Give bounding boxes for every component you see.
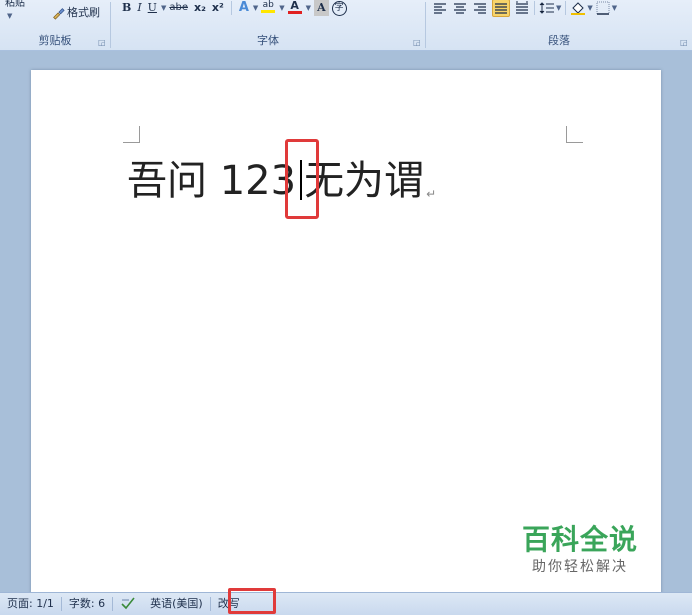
font-color-dropdown-icon[interactable]: ▼ xyxy=(306,4,311,12)
page-count[interactable]: 页面: 1/1 xyxy=(0,595,61,613)
format-painter-button[interactable]: 格式刷 xyxy=(48,5,103,21)
shading-bucket-icon[interactable] xyxy=(570,0,586,16)
shading-dropdown-icon[interactable]: ▼ xyxy=(587,4,592,12)
document-text-line[interactable]: 吾问 123 无为谓 ↵ xyxy=(127,156,436,206)
toolbar-separator xyxy=(565,1,567,15)
distributed-align-icon[interactable] xyxy=(514,0,530,16)
font-dialog-launcher-icon[interactable]: ◲ xyxy=(413,39,421,47)
highlight-button[interactable]: ab xyxy=(258,0,278,16)
status-bar: 页面: 1/1 字数: 6 英语(美国) 改写 xyxy=(0,592,692,615)
language-indicator[interactable]: 英语(美国) xyxy=(143,595,210,613)
format-painter-label: 格式刷 xyxy=(67,6,100,19)
overtype-highlight-box xyxy=(228,588,276,614)
enclose-characters-button[interactable]: 字 xyxy=(329,0,350,16)
char-shading-button[interactable]: A xyxy=(314,0,329,16)
proofing-button[interactable] xyxy=(113,595,143,613)
italic-button[interactable]: I xyxy=(134,0,144,16)
word-count[interactable]: 字数: 6 xyxy=(62,595,112,613)
paragraph-group-label: 段落 xyxy=(548,34,570,47)
align-left-icon[interactable] xyxy=(432,0,448,16)
strikethrough-button[interactable]: abe xyxy=(166,0,191,16)
line-spacing-dropdown-icon[interactable]: ▼ xyxy=(556,4,561,12)
superscript-button[interactable]: x² xyxy=(209,0,227,16)
font-color-swatch xyxy=(287,11,302,14)
clipboard-dialog-launcher-icon[interactable]: ◲ xyxy=(98,39,106,47)
borders-icon[interactable] xyxy=(595,0,611,16)
watermark: 百科全说 助你轻松解决 xyxy=(515,523,645,577)
font-color-button[interactable]: A xyxy=(285,0,305,16)
toolbar-separator xyxy=(230,1,232,15)
margin-corner-mark xyxy=(123,126,140,143)
margin-corner-mark xyxy=(566,126,583,143)
watermark-title: 百科全说 xyxy=(521,523,638,556)
text-effects-button[interactable]: A xyxy=(236,0,252,16)
text-before-cursor: 吾问 123 xyxy=(127,158,297,204)
underline-button[interactable]: U xyxy=(145,0,160,16)
paragraph-mark: ↵ xyxy=(426,187,437,201)
document-page[interactable]: 吾问 123 无为谓 ↵ xyxy=(31,70,661,600)
subscript-button[interactable]: x₂ xyxy=(191,0,209,16)
justify-icon[interactable] xyxy=(492,0,510,17)
paragraph-dialog-launcher-icon[interactable]: ◲ xyxy=(680,39,688,47)
toolbar-separator xyxy=(534,1,535,15)
line-spacing-icon[interactable] xyxy=(539,0,555,16)
font-group-label: 字体 xyxy=(257,34,279,47)
clipboard-group-label: 剪贴板 xyxy=(38,34,72,47)
spell-check-icon xyxy=(121,597,135,610)
borders-dropdown-icon[interactable]: ▼ xyxy=(612,4,617,12)
font-group: B I U ▼ abe x₂ x² A ▼ ab ▼ A ▼ A 字 字体 ◲ xyxy=(111,0,425,50)
bold-button[interactable]: B xyxy=(119,0,134,16)
enclose-characters-icon: 字 xyxy=(331,0,347,16)
ribbon: 粘贴 ▼ 格式刷 剪贴板 ◲ B I U ▼ abe x₂ x² A ▼ ab … xyxy=(0,0,692,51)
clipboard-group: 粘贴 ▼ 格式刷 剪贴板 ◲ xyxy=(0,0,110,50)
paintbrush-icon xyxy=(53,8,65,20)
font-color-label: A xyxy=(290,0,299,12)
highlight-color-swatch xyxy=(261,10,276,13)
highlight-label: ab xyxy=(262,0,274,10)
paragraph-group: ▼ ▼ ▼ 段落 ◲ xyxy=(426,0,692,50)
align-right-icon[interactable] xyxy=(472,0,488,16)
watermark-subtitle: 助你轻松解决 xyxy=(532,559,628,575)
align-center-icon[interactable] xyxy=(452,0,468,16)
text-after-cursor: 无为谓 xyxy=(304,158,425,204)
cursor-highlight-box xyxy=(285,139,319,219)
paste-dropdown-icon[interactable]: ▼ xyxy=(7,12,12,20)
